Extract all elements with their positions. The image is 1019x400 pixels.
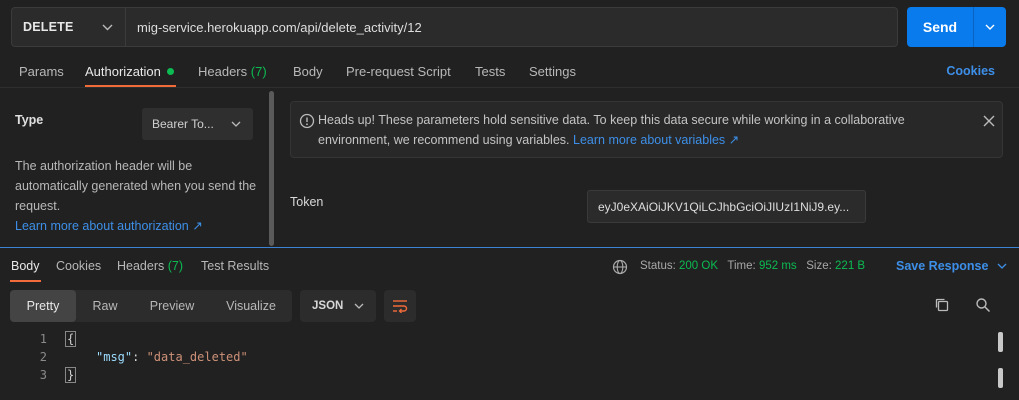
code-line: 2 "msg": "data_deleted" xyxy=(0,350,990,368)
close-icon[interactable] xyxy=(982,114,996,128)
status-label: Status: xyxy=(640,260,676,272)
search-icon[interactable] xyxy=(975,297,991,313)
response-scrollbar-horizontal[interactable] xyxy=(998,368,1003,388)
auth-type-panel: Type Bearer To... The authorization head… xyxy=(0,89,278,247)
response-tab-cookies[interactable]: Cookies xyxy=(56,259,101,273)
time-value[interactable]: 952 ms xyxy=(759,260,797,272)
chevron-down-icon xyxy=(985,24,995,30)
json-key: "msg" xyxy=(96,350,133,364)
mode-preview[interactable]: Preview xyxy=(134,290,210,322)
cookies-link[interactable]: Cookies xyxy=(946,64,995,78)
method-label: DELETE xyxy=(23,20,74,34)
sensitive-data-notice: Heads up! These parameters hold sensitiv… xyxy=(290,101,1003,158)
response-status-info: Status: 200 OK Time: 952 ms Size: 221 B xyxy=(640,260,865,272)
size-value[interactable]: 221 B xyxy=(835,260,865,272)
method-select[interactable]: DELETE xyxy=(11,7,126,47)
response-headers-count: (7) xyxy=(167,259,184,273)
format-value: JSON xyxy=(312,300,344,312)
format-select[interactable]: JSON xyxy=(300,290,376,322)
line-number: 1 xyxy=(39,332,47,346)
send-button-group: Send xyxy=(907,7,1006,47)
save-response-button[interactable]: Save Response xyxy=(896,259,1007,273)
json-pair: "msg": "data_deleted" xyxy=(96,350,248,364)
time-label: Time: xyxy=(727,260,756,272)
learn-more-variables-link[interactable]: Learn more about variables ↗ xyxy=(573,133,739,147)
tab-authorization-label: Authorization xyxy=(85,64,161,79)
auth-description: The authorization header will be automat… xyxy=(15,156,260,236)
tab-headers-label: Headers xyxy=(198,64,248,79)
tab-pre-request-script[interactable]: Pre-request Script xyxy=(346,64,451,79)
send-button[interactable]: Send xyxy=(907,7,974,47)
notice-text: Heads up! These parameters hold sensitiv… xyxy=(318,110,938,150)
wrap-lines-button[interactable] xyxy=(384,290,416,322)
open-brace: { xyxy=(64,331,77,347)
active-tab-underline xyxy=(85,85,176,87)
mode-raw[interactable]: Raw xyxy=(76,290,134,322)
tab-params[interactable]: Params xyxy=(19,64,64,79)
headers-count: (7) xyxy=(250,64,267,79)
response-tab-test-results[interactable]: Test Results xyxy=(201,259,269,273)
pane-divider[interactable] xyxy=(0,247,1019,248)
token-label: Token xyxy=(290,195,324,209)
mode-visualize[interactable]: Visualize xyxy=(210,290,292,322)
copy-icon[interactable] xyxy=(934,297,950,313)
chevron-down-icon xyxy=(997,263,1007,269)
tab-headers[interactable]: Headers (7) xyxy=(198,64,267,79)
active-indicator-dot xyxy=(166,68,174,75)
globe-icon[interactable] xyxy=(612,259,628,275)
send-options-button[interactable] xyxy=(974,7,1006,47)
chevron-down-icon xyxy=(354,303,364,309)
response-tab-headers[interactable]: Headers (7) xyxy=(117,259,183,273)
tab-authorization[interactable]: Authorization xyxy=(85,64,174,79)
tab-body[interactable]: Body xyxy=(293,64,323,79)
code-line: 1 { xyxy=(0,331,990,350)
save-response-label: Save Response xyxy=(896,259,989,273)
mode-pretty[interactable]: Pretty xyxy=(10,290,76,322)
request-bar: DELETE mig-service.herokuapp.com/api/del… xyxy=(11,7,898,47)
close-brace: } xyxy=(64,367,77,383)
learn-more-authorization-link[interactable]: Learn more about authorization ↗ xyxy=(15,219,203,233)
tab-settings[interactable]: Settings xyxy=(529,64,576,79)
response-tab-headers-label: Headers xyxy=(117,259,165,273)
url-input[interactable]: mig-service.herokuapp.com/api/delete_act… xyxy=(126,7,898,47)
view-mode-group: Pretty Raw Preview Visualize xyxy=(10,290,292,322)
line-number: 3 xyxy=(39,368,47,382)
auth-type-select[interactable]: Bearer To... xyxy=(142,108,253,140)
json-colon: : xyxy=(132,350,147,364)
response-scrollbar[interactable] xyxy=(998,332,1003,352)
response-active-underline xyxy=(10,280,41,282)
wrap-lines-icon xyxy=(393,300,408,313)
chevron-down-icon xyxy=(231,121,241,127)
auth-type-value: Bearer To... xyxy=(152,117,214,131)
status-value[interactable]: 200 OK xyxy=(679,260,718,272)
chevron-down-icon xyxy=(102,24,113,30)
tab-tests[interactable]: Tests xyxy=(475,64,505,79)
code-line: 3 } xyxy=(0,367,990,386)
size-label: Size: xyxy=(806,260,832,272)
token-input[interactable]: eyJ0eXAiOiJKV1QiLCJhbGciOiJIUzI1NiJ9.ey.… xyxy=(587,190,866,223)
response-tab-body[interactable]: Body xyxy=(11,259,40,273)
request-tabs: Params Authorization Headers (7) Body Pr… xyxy=(0,55,1019,88)
info-icon xyxy=(299,113,315,129)
auth-panel-scrollbar[interactable] xyxy=(269,91,274,246)
json-value: "data_deleted" xyxy=(146,350,248,364)
line-number: 2 xyxy=(39,350,47,364)
auth-description-text: The authorization header will be automat… xyxy=(15,159,257,213)
type-label: Type xyxy=(15,113,44,127)
